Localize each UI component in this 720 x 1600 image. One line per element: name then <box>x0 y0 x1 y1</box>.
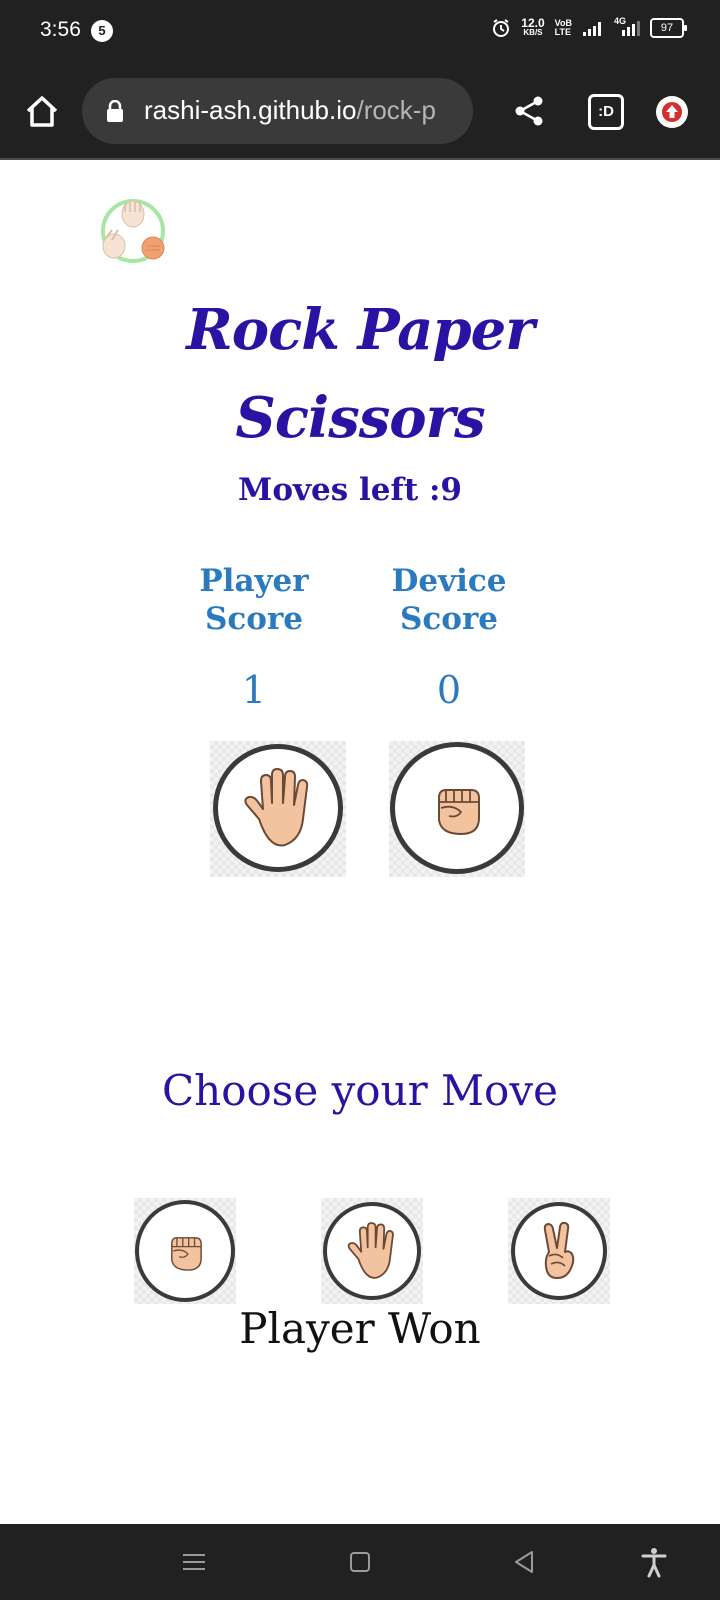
scissors-option-circle[interactable] <box>511 1202 607 1300</box>
status-bar: 3:56 5 12.0 KB/S VoB LTE 4G 97 <box>0 0 720 64</box>
system-navigation-bar <box>0 1524 720 1600</box>
device-score-label: Device Score <box>391 563 507 637</box>
notification-badge: 5 <box>91 20 113 42</box>
address-bar[interactable]: rashi-ash.github.io/rock-p <box>82 78 473 144</box>
rock-option-button[interactable] <box>134 1198 236 1304</box>
player-choice-circle <box>213 744 343 872</box>
scissors-hand-icon <box>543 1222 575 1279</box>
choose-move-prompt: Choose your Move <box>162 1066 558 1115</box>
moves-left-counter: Moves left :9 <box>238 472 462 508</box>
device-choice-display <box>389 741 525 877</box>
signal-icon <box>583 22 601 36</box>
share-icon[interactable] <box>512 94 546 128</box>
scissors-option-button[interactable] <box>508 1198 610 1304</box>
back-nav-icon[interactable] <box>508 1546 540 1578</box>
volte-indicator: VoB LTE <box>554 18 572 37</box>
player-score-value: 1 <box>241 668 267 712</box>
tab-switcher-button[interactable]: :D <box>588 94 624 130</box>
rock-fist-icon <box>438 789 480 836</box>
browser-toolbar: rashi-ash.github.io/rock-p :D <box>0 64 720 160</box>
rock-fist-icon <box>171 1237 202 1271</box>
home-nav-icon[interactable] <box>344 1546 376 1578</box>
lock-icon <box>107 100 123 122</box>
status-time: 3:56 <box>40 18 81 41</box>
home-icon[interactable] <box>22 92 62 132</box>
device-score-value: 0 <box>436 668 462 712</box>
recent-apps-icon[interactable] <box>178 1546 210 1578</box>
paper-option-circle[interactable] <box>323 1202 421 1300</box>
game-result: Player Won <box>239 1304 481 1353</box>
player-choice-display <box>210 741 346 877</box>
page-content: Rock Paper Scissors Moves left :9 Player… <box>0 158 720 1524</box>
battery-icon: 97 <box>650 18 687 38</box>
upload-arrow-icon <box>662 102 682 122</box>
update-button[interactable] <box>656 96 688 128</box>
network-speed: 12.0 KB/S <box>521 16 545 37</box>
accessibility-icon[interactable] <box>638 1546 670 1578</box>
device-choice-circle <box>390 742 524 874</box>
signal-4g-icon: 4G <box>614 16 640 36</box>
alarm-icon <box>493 19 510 37</box>
paper-hand-icon <box>347 1222 394 1279</box>
status-indicators: 12.0 KB/S VoB LTE 4G 97 <box>491 16 687 38</box>
rock-paper-scissors-logo <box>101 199 165 263</box>
rock-option-circle[interactable] <box>135 1200 235 1302</box>
page-title: Rock Paper Scissors <box>186 297 534 451</box>
player-score-label: Player Score <box>199 563 309 637</box>
paper-hand-icon <box>244 768 309 847</box>
url-text: rashi-ash.github.io/rock-p <box>144 95 436 125</box>
paper-option-button[interactable] <box>321 1198 423 1304</box>
